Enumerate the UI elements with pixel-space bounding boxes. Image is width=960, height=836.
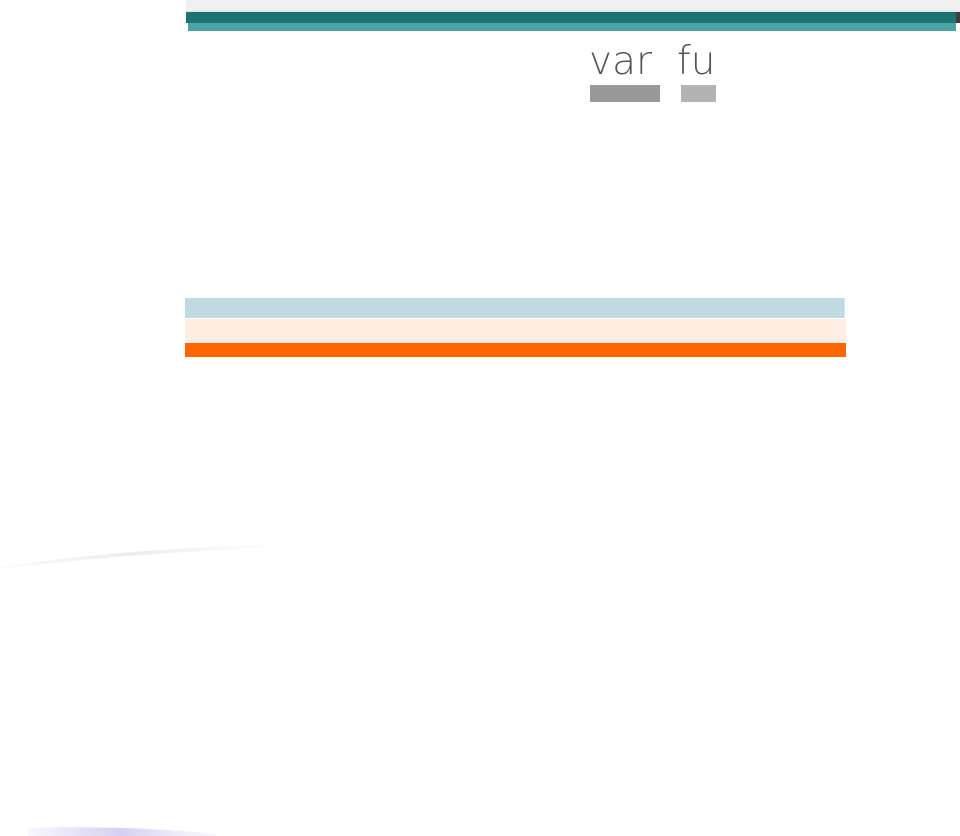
band-orange [185,343,846,357]
gray-streak-decoration [0,545,268,569]
header-bar-dark [186,12,957,23]
lavender-streak-decoration [28,827,216,836]
band-peach [185,319,846,343]
header-bar-edge [956,12,960,23]
tag-fu-label: fu [677,39,716,84]
band-blue [185,298,845,318]
tag-var-underline [590,85,660,102]
top-strip [186,0,960,12]
tag-fu-underline [681,85,716,102]
header-bar-light [188,23,956,31]
tag-var-label: var [589,39,653,84]
